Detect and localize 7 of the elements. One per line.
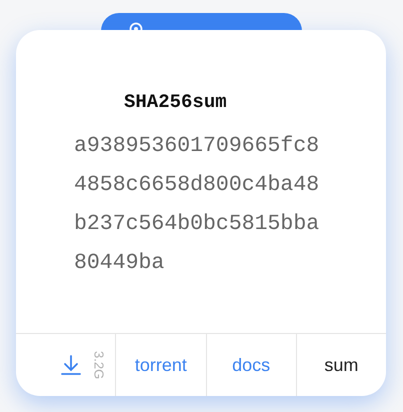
download-icon[interactable]: [60, 354, 82, 376]
checksum-value: a938953601709665fc84858c6658d800c4ba48b237c564b0bc5815bba80449ba: [74, 132, 320, 276]
file-size: 3.2G: [92, 350, 106, 380]
checksum-title: SHA256sum: [124, 90, 228, 115]
footer-link[interactable]: docs: [232, 352, 270, 378]
footer-link[interactable]: sum: [324, 352, 358, 378]
footer-link[interactable]: torrent: [134, 352, 187, 378]
